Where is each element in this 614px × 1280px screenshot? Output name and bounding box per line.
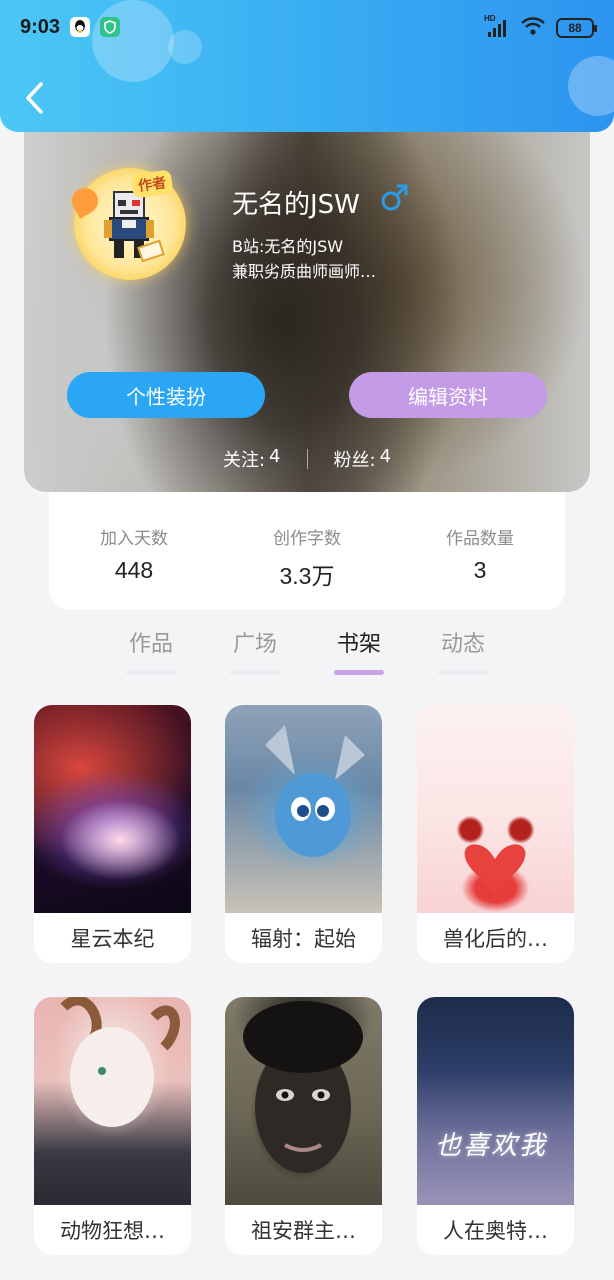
stat-label: 加入天数 <box>100 529 168 549</box>
stat-value: 3.3万 <box>279 563 335 589</box>
book-title: 星云本纪 <box>70 927 155 951</box>
stat-label: 作品数量 <box>446 529 514 549</box>
following-count[interactable]: 关注: 4 <box>223 446 281 472</box>
stat-days-joined: 加入天数 448 <box>49 524 219 584</box>
tab-underline <box>334 670 384 675</box>
status-right: HD 88 <box>484 14 597 40</box>
book-title: 动物狂想… <box>60 1219 165 1243</box>
book-title: 人在奥特… <box>443 1219 548 1243</box>
tab-works[interactable]: 作品 <box>116 626 186 675</box>
book-cover: 也喜欢我 <box>417 997 574 1205</box>
app-header: 9:03 HD 88 <box>0 0 614 132</box>
bio-line: 兼职劣质曲师画师… <box>232 262 377 281</box>
tab-plaza[interactable]: 广场 <box>220 626 290 675</box>
tab-label: 广场 <box>232 632 277 657</box>
tab-underline <box>230 670 280 675</box>
tab-underline <box>126 670 176 675</box>
tab-underline <box>438 670 488 675</box>
tab-label: 作品 <box>128 632 173 657</box>
male-gender-icon <box>378 182 410 214</box>
stat-value: 3 <box>473 557 487 583</box>
book-cover <box>34 705 191 913</box>
avatar[interactable]: 作者 <box>67 160 194 284</box>
divider <box>306 449 308 469</box>
book-card[interactable]: 也喜欢我 人在奥特… <box>417 997 574 1255</box>
tab-activity[interactable]: 动态 <box>428 626 498 675</box>
stat-works-count: 作品数量 3 <box>395 524 565 584</box>
following-value: 4 <box>269 446 281 467</box>
shield-icon <box>100 17 120 37</box>
decorative-bubble <box>168 30 202 64</box>
book-cover <box>225 705 382 913</box>
tab-label: 动态 <box>440 632 485 657</box>
status-time: 9:03 <box>20 16 61 38</box>
book-card[interactable]: 星云本纪 <box>34 705 191 963</box>
book-card[interactable]: 祖安群主… <box>225 997 382 1255</box>
book-title: 辐射：起始 <box>251 927 356 951</box>
follow-stats: 关注: 4 粉丝: 4 <box>0 446 614 472</box>
network-type: HD <box>484 14 496 23</box>
edit-profile-button[interactable]: 编辑资料 <box>349 372 547 418</box>
fans-value: 4 <box>379 446 392 467</box>
book-title: 祖安群主… <box>251 1219 356 1243</box>
stat-label: 创作字数 <box>273 529 341 549</box>
back-button[interactable] <box>14 78 54 118</box>
avatar-figure-icon <box>96 186 166 270</box>
signal-icon: HD <box>484 14 510 38</box>
cover-caption: 也喜欢我 <box>435 1131 548 1161</box>
book-cover <box>225 997 382 1205</box>
book-cover <box>34 997 191 1205</box>
stat-word-count: 创作字数 3.3万 <box>222 524 392 591</box>
qq-icon <box>70 17 90 37</box>
following-label: 关注: <box>222 450 266 471</box>
user-name: 无名的JSW <box>232 190 360 220</box>
battery-indicator: 88 <box>556 18 597 38</box>
book-cover <box>417 705 574 913</box>
book-card[interactable]: 兽化后的… <box>417 705 574 963</box>
fans-count[interactable]: 粉丝: 4 <box>334 446 392 472</box>
fans-label: 粉丝: <box>333 450 376 471</box>
personal-dress-up-button[interactable]: 个性装扮 <box>67 372 265 418</box>
book-card[interactable]: 动物狂想… <box>34 997 191 1255</box>
bio-line: B站:无名的JSW <box>232 237 344 256</box>
chevron-left-icon <box>26 82 43 114</box>
decorative-bubble <box>92 0 174 82</box>
tab-label: 书架 <box>336 632 381 657</box>
stat-value: 448 <box>114 557 154 583</box>
tab-bookshelf[interactable]: 书架 <box>324 626 394 675</box>
decorative-bubble <box>568 56 614 116</box>
book-card[interactable]: 辐射：起始 <box>225 705 382 963</box>
wifi-icon <box>520 16 546 40</box>
book-title: 兽化后的… <box>443 927 548 951</box>
